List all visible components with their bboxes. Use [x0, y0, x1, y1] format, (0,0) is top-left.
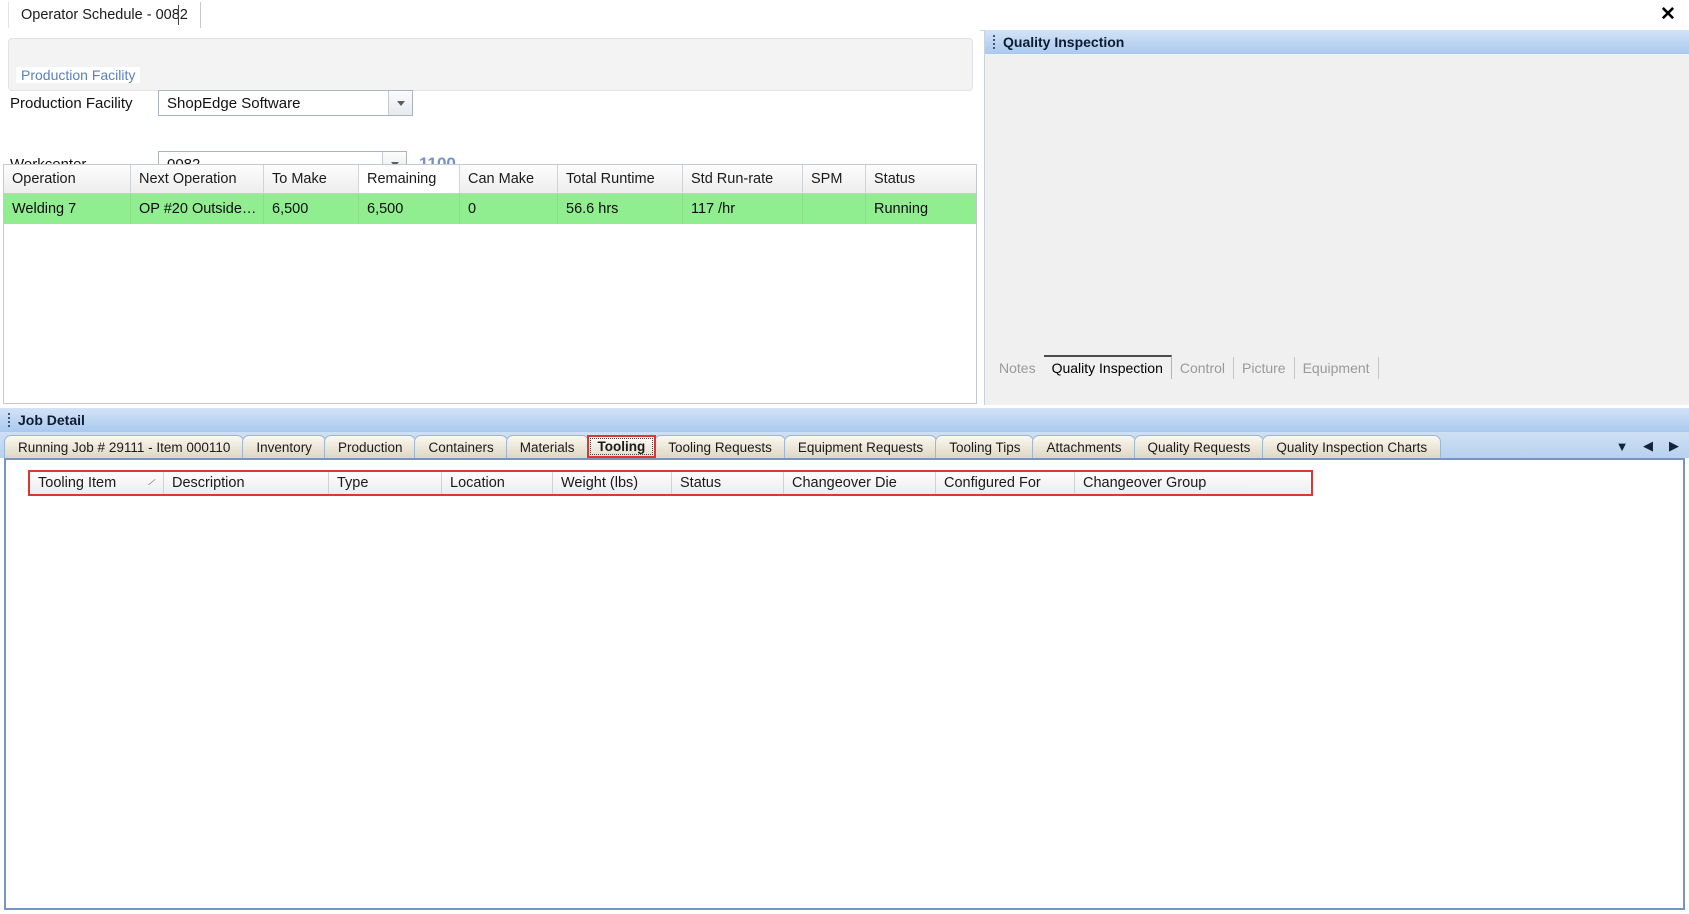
column-header-tooling-item[interactable]: Tooling Item ⁄: [30, 472, 164, 494]
production-facility-groupbox: [8, 38, 973, 91]
qi-tab-control[interactable]: Control: [1172, 357, 1235, 379]
operations-grid-header: Operation Next Operation To Make Remaini…: [4, 165, 976, 194]
quality-inspection-panel: Quality Inspection Notes Quality Inspect…: [984, 30, 1689, 405]
column-header-std-run-rate[interactable]: Std Run-rate: [683, 165, 803, 193]
tabstrip-nav-buttons: ▼ ◀ ▶: [1611, 435, 1685, 457]
quality-inspection-body: Notes Quality Inspection Control Picture…: [985, 54, 1689, 379]
column-header-configured-for[interactable]: Configured For: [936, 472, 1075, 494]
column-header-spm[interactable]: SPM: [803, 165, 866, 193]
tab-equipment-requests[interactable]: Equipment Requests: [783, 435, 938, 458]
column-header-status[interactable]: Status: [866, 165, 976, 193]
column-header-weight[interactable]: Weight (lbs): [553, 472, 672, 494]
column-header-remaining[interactable]: Remaining: [359, 165, 460, 193]
text-caret: [178, 5, 179, 25]
tooling-tab-content: Tooling Item ⁄ Description Type Location…: [4, 458, 1685, 910]
tab-tooling-tips[interactable]: Tooling Tips: [935, 435, 1035, 458]
tab-list-dropdown-icon[interactable]: ▼: [1611, 436, 1633, 456]
production-facility-label: Production Facility: [10, 95, 133, 112]
tooling-grid-header: Tooling Item ⁄ Description Type Location…: [28, 470, 1313, 496]
tab-tooling[interactable]: Tooling: [586, 435, 657, 458]
column-header-to-make[interactable]: To Make: [264, 165, 359, 193]
cell-remaining: 6,500: [359, 194, 460, 224]
column-header-tooling-item-label: Tooling Item: [38, 475, 117, 491]
tab-materials[interactable]: Materials: [505, 435, 589, 458]
quality-inspection-tabstrip: Notes Quality Inspection Control Picture…: [985, 353, 1689, 379]
grip-icon[interactable]: [4, 413, 14, 427]
column-header-next-operation[interactable]: Next Operation: [131, 165, 264, 193]
qi-tab-picture[interactable]: Picture: [1234, 357, 1295, 379]
cell-operation: Welding 7: [4, 194, 131, 224]
column-header-total-runtime[interactable]: Total Runtime: [558, 165, 683, 193]
quality-inspection-title: Quality Inspection: [1003, 34, 1125, 50]
production-facility-value: ShopEdge Software: [167, 94, 301, 112]
job-detail-title: Job Detail: [18, 412, 85, 428]
tab-quality-requests[interactable]: Quality Requests: [1133, 435, 1265, 458]
job-detail-titlebar[interactable]: Job Detail: [0, 408, 1689, 433]
tab-quality-inspection-charts[interactable]: Quality Inspection Charts: [1262, 435, 1442, 458]
chevron-down-icon: [396, 100, 405, 106]
column-header-changeover-group[interactable]: Changeover Group: [1075, 472, 1246, 494]
qi-tab-quality-inspection[interactable]: Quality Inspection: [1043, 355, 1172, 379]
tab-scroll-right-icon[interactable]: ▶: [1663, 436, 1685, 456]
cell-spm: [803, 194, 866, 224]
tab-running-job[interactable]: Running Job # 29111 - Item 000110: [4, 435, 245, 458]
production-facility-select[interactable]: ShopEdge Software: [158, 90, 413, 116]
document-tabbar: Operator Schedule - 0082 ✕: [0, 0, 1689, 31]
column-header-can-make[interactable]: Can Make: [460, 165, 558, 193]
quality-inspection-titlebar[interactable]: Quality Inspection: [985, 30, 1689, 55]
column-header-changeover-die[interactable]: Changeover Die: [784, 472, 936, 494]
table-row[interactable]: Welding 7 OP #20 Outside… 6,500 6,500 0 …: [4, 194, 976, 224]
column-header-operation[interactable]: Operation: [4, 165, 131, 193]
tab-production[interactable]: Production: [323, 435, 417, 458]
tab-attachments[interactable]: Attachments: [1032, 435, 1136, 458]
job-detail-tabstrip: Running Job # 29111 - Item 000110 Invent…: [0, 432, 1689, 458]
tab-tooling-requests[interactable]: Tooling Requests: [654, 435, 786, 458]
tab-inventory[interactable]: Inventory: [242, 435, 326, 458]
close-icon[interactable]: ✕: [1657, 3, 1679, 25]
cell-status: Running: [874, 201, 929, 217]
document-tab-operator-schedule[interactable]: Operator Schedule - 0082: [8, 2, 201, 28]
qi-tab-notes[interactable]: Notes: [991, 357, 1044, 379]
sort-ascending-icon: ⁄: [149, 477, 155, 489]
document-tab-label: Operator Schedule - 0082: [21, 7, 188, 23]
grip-icon[interactable]: [989, 35, 999, 49]
production-facility-dropdown-button[interactable]: [388, 91, 412, 115]
cell-to-make: 6,500: [264, 194, 359, 224]
cell-next-operation: OP #20 Outside…: [131, 194, 264, 224]
column-header-type[interactable]: Type: [329, 472, 442, 494]
tooling-grid: Tooling Item ⁄ Description Type Location…: [28, 470, 1313, 496]
cell-std-run-rate: 117 /hr: [683, 194, 803, 224]
column-header-location[interactable]: Location: [442, 472, 553, 494]
qi-tab-equipment[interactable]: Equipment: [1295, 357, 1379, 379]
operator-schedule-pane: Production Facility Production Facility …: [0, 30, 980, 458]
cell-can-make: 0: [460, 194, 558, 224]
tab-scroll-left-icon[interactable]: ◀: [1637, 436, 1659, 456]
column-header-status[interactable]: Status: [672, 472, 784, 494]
column-header-description[interactable]: Description: [164, 472, 329, 494]
tab-containers[interactable]: Containers: [414, 435, 508, 458]
operations-grid: Operation Next Operation To Make Remaini…: [3, 164, 977, 404]
production-facility-legend: Production Facility: [16, 67, 141, 83]
job-detail-panel: Job Detail Running Job # 29111 - Item 00…: [0, 408, 1689, 914]
cell-total-runtime: 56.6 hrs: [558, 194, 683, 224]
